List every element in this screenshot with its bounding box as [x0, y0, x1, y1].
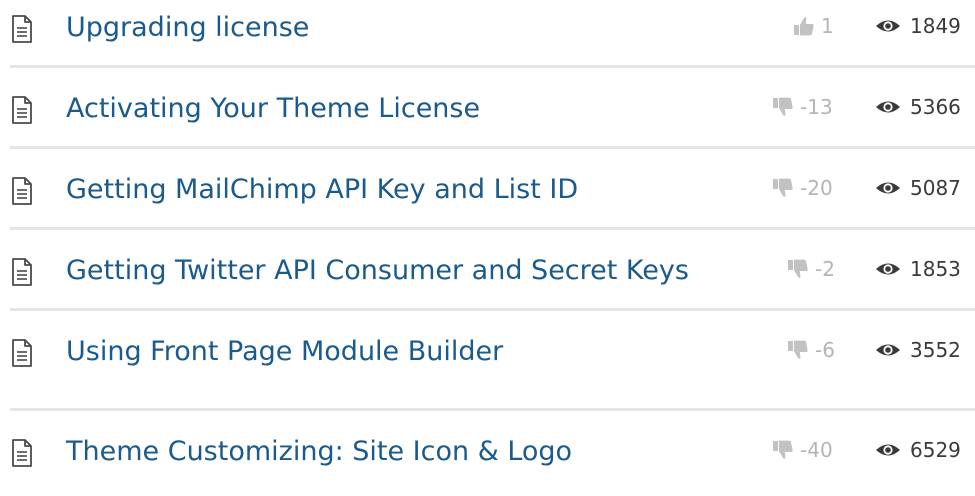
eye-icon — [876, 344, 900, 356]
divider — [10, 65, 975, 68]
view-count: 6529 — [875, 435, 961, 465]
divider — [10, 146, 975, 149]
divider — [10, 408, 975, 411]
vote-count: -20 — [772, 173, 833, 203]
view-number: 5366 — [910, 95, 961, 119]
view-count: 1849 — [875, 11, 961, 41]
view-number: 1849 — [910, 14, 961, 38]
document-icon — [12, 439, 32, 467]
view-count: 5366 — [875, 92, 961, 122]
list-item: Theme Customizing: Site Icon & Logo -40 … — [0, 424, 975, 496]
eye-icon — [876, 182, 900, 194]
divider — [10, 308, 975, 311]
vote-number: -2 — [815, 257, 835, 281]
eye-icon — [876, 263, 900, 275]
thumbs-up-icon — [794, 17, 814, 36]
vote-count: -2 — [787, 254, 835, 284]
list-item: Activating Your Theme License -13 5366 — [0, 81, 975, 153]
vote-number: -40 — [800, 438, 833, 462]
document-icon — [12, 177, 32, 205]
view-number: 3552 — [910, 338, 961, 362]
list-item: Using Front Page Module Builder -6 3552 — [0, 324, 975, 396]
eye-icon — [876, 101, 900, 113]
thumbs-down-icon — [788, 259, 808, 278]
document-icon — [12, 15, 32, 43]
view-count: 3552 — [875, 335, 961, 365]
vote-count: 1 — [793, 11, 834, 41]
document-icon — [12, 96, 32, 124]
eye-icon — [876, 444, 900, 456]
vote-count: -6 — [787, 335, 835, 365]
view-count: 1853 — [875, 254, 961, 284]
list-item: Getting MailChimp API Key and List ID -2… — [0, 162, 975, 234]
article-title-link[interactable]: Upgrading license — [66, 8, 309, 48]
article-title-link[interactable]: Getting Twitter API Consumer and Secret … — [66, 251, 689, 291]
article-title-link[interactable]: Theme Customizing: Site Icon & Logo — [66, 432, 572, 472]
divider — [10, 227, 975, 230]
view-number: 6529 — [910, 438, 961, 462]
thumbs-down-icon — [773, 97, 793, 116]
eye-icon — [876, 20, 900, 32]
article-title-link[interactable]: Using Front Page Module Builder — [66, 332, 503, 372]
document-icon — [12, 258, 32, 286]
article-title-link[interactable]: Activating Your Theme License — [66, 89, 480, 129]
document-icon — [12, 339, 32, 367]
vote-number: -6 — [815, 338, 835, 362]
view-number: 1853 — [910, 257, 961, 281]
vote-count: -40 — [772, 435, 833, 465]
vote-number: 1 — [821, 14, 834, 38]
vote-count: -13 — [772, 92, 833, 122]
vote-number: -13 — [800, 95, 833, 119]
thumbs-down-icon — [788, 340, 808, 359]
view-number: 5087 — [910, 176, 961, 200]
article-list: Upgrading license 1 1849 Activating Your… — [0, 0, 975, 473]
list-item: Upgrading license 1 1849 — [0, 0, 975, 72]
list-item: Getting Twitter API Consumer and Secret … — [0, 243, 975, 315]
thumbs-down-icon — [773, 178, 793, 197]
thumbs-down-icon — [773, 440, 793, 459]
vote-number: -20 — [800, 176, 833, 200]
view-count: 5087 — [875, 173, 961, 203]
article-title-link[interactable]: Getting MailChimp API Key and List ID — [66, 170, 578, 210]
